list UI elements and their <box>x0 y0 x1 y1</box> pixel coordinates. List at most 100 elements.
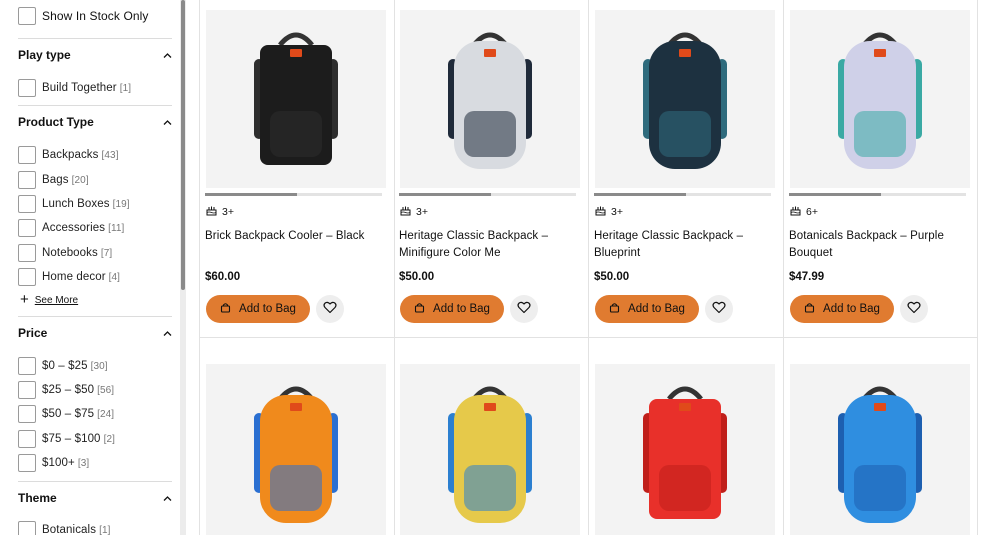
filter-option[interactable]: Build Together [1] <box>18 79 131 97</box>
checkbox[interactable] <box>18 219 36 237</box>
checkbox[interactable] <box>18 146 36 164</box>
filter-option[interactable]: Home decor [4] <box>18 268 120 286</box>
heart-icon <box>517 301 531 317</box>
product-image[interactable] <box>206 10 386 188</box>
option-count: [30] <box>90 361 108 372</box>
option-label: Lunch Boxes <box>42 198 110 210</box>
checkbox[interactable] <box>18 171 36 189</box>
filter-section-product-type[interactable]: Product Type <box>18 114 172 130</box>
checkbox[interactable] <box>18 195 36 213</box>
option-label: $50 – $75 <box>42 408 95 420</box>
plus-icon: + <box>20 291 29 308</box>
filter-section-play-type[interactable]: Play type <box>18 47 172 63</box>
cake-icon <box>400 205 411 219</box>
divider <box>394 0 395 535</box>
option-count: [7] <box>100 248 113 259</box>
filter-option[interactable]: $50 – $75 [24] <box>18 405 114 423</box>
product-image[interactable] <box>400 10 580 188</box>
filter-section-price[interactable]: Price <box>18 325 172 341</box>
option-count: [4] <box>108 272 121 283</box>
option-label: Bags <box>42 174 69 186</box>
filter-section-theme[interactable]: Theme <box>18 490 172 506</box>
backpack-image <box>643 386 727 519</box>
product-image[interactable] <box>595 364 775 535</box>
progress-fill <box>594 193 687 196</box>
checkbox[interactable] <box>18 454 36 472</box>
option-label: $25 – $50 <box>42 384 95 396</box>
chevron-up-icon[interactable] <box>163 118 172 127</box>
option-label: Botanicals <box>42 524 97 535</box>
image-carousel-progress <box>399 193 576 196</box>
in-stock-filter[interactable]: Show In Stock Only <box>18 7 149 25</box>
product-name[interactable]: Botanicals Backpack – Purple Bouquet <box>789 228 967 261</box>
heart-icon <box>712 301 726 317</box>
wishlist-button[interactable] <box>510 295 538 323</box>
backpack-image <box>448 32 532 169</box>
heart-icon <box>323 301 337 317</box>
filter-option[interactable]: $75 – $100 [2] <box>18 430 115 448</box>
filter-option[interactable]: Bags [20] <box>18 171 89 189</box>
add-to-bag-button[interactable]: Add to Bag <box>206 295 310 323</box>
checkbox[interactable] <box>18 244 36 262</box>
option-count: [20] <box>71 175 89 186</box>
progress-fill <box>789 193 882 196</box>
wishlist-button[interactable] <box>900 295 928 323</box>
product-image[interactable] <box>400 364 580 535</box>
filter-option[interactable]: Botanicals [1] <box>18 521 110 535</box>
filter-option[interactable]: $0 – $25 [30] <box>18 357 108 375</box>
image-carousel-progress <box>594 193 771 196</box>
product-image[interactable] <box>595 10 775 188</box>
filter-option[interactable]: $25 – $50 [56] <box>18 381 114 399</box>
option-count: [19] <box>112 199 130 210</box>
checkbox[interactable] <box>18 79 36 97</box>
wishlist-button[interactable] <box>705 295 733 323</box>
filter-option[interactable]: $100+ [3] <box>18 454 89 472</box>
checkbox[interactable] <box>18 357 36 375</box>
chevron-up-icon[interactable] <box>163 494 172 503</box>
chevron-up-icon[interactable] <box>163 329 172 338</box>
scrollbar-thumb[interactable] <box>181 0 185 290</box>
checkbox[interactable] <box>18 7 36 25</box>
checkbox[interactable] <box>18 430 36 448</box>
age-rating: 6+ <box>790 206 818 218</box>
checkbox[interactable] <box>18 381 36 399</box>
wishlist-button[interactable] <box>316 295 344 323</box>
checkbox[interactable] <box>18 268 36 286</box>
option-count: [43] <box>101 150 119 161</box>
image-carousel-progress <box>789 193 966 196</box>
chevron-up-icon[interactable] <box>163 51 172 60</box>
filter-option[interactable]: Lunch Boxes [19] <box>18 195 130 213</box>
backpack-image <box>254 32 338 165</box>
cake-icon <box>790 205 801 219</box>
add-to-bag-button[interactable]: Add to Bag <box>595 295 699 323</box>
bag-icon <box>220 302 231 316</box>
product-image[interactable] <box>206 364 386 535</box>
checkbox[interactable] <box>18 405 36 423</box>
filter-option[interactable]: Notebooks [7] <box>18 244 112 262</box>
product-image[interactable] <box>790 10 970 188</box>
cake-icon <box>206 205 217 219</box>
divider <box>18 481 172 482</box>
see-more-link[interactable]: + See More <box>20 291 78 308</box>
option-count: [1] <box>99 525 111 535</box>
product-image[interactable] <box>790 364 970 535</box>
cake-icon <box>595 205 606 219</box>
add-to-bag-label: Add to Bag <box>823 303 880 315</box>
product-price: $47.99 <box>789 271 825 283</box>
option-label: Home decor <box>42 271 106 283</box>
add-to-bag-button[interactable]: Add to Bag <box>400 295 504 323</box>
filter-option[interactable]: Accessories [11] <box>18 219 124 237</box>
product-name[interactable]: Heritage Classic Backpack – Blueprint <box>594 228 772 261</box>
filter-option[interactable]: Backpacks [43] <box>18 146 119 164</box>
sidebar-scrollbar[interactable] <box>180 0 186 535</box>
bag-icon <box>804 302 815 316</box>
checkbox[interactable] <box>18 521 36 535</box>
option-label: Build Together <box>42 82 117 94</box>
age-label: 3+ <box>611 206 623 218</box>
add-to-bag-button[interactable]: Add to Bag <box>790 295 894 323</box>
option-count: [56] <box>97 385 115 396</box>
product-name[interactable]: Brick Backpack Cooler – Black <box>205 228 383 245</box>
filter-sidebar: Show In Stock Only Play type Build Toget… <box>0 0 180 535</box>
product-name[interactable]: Heritage Classic Backpack – Minifigure C… <box>399 228 577 261</box>
bag-icon <box>609 302 620 316</box>
